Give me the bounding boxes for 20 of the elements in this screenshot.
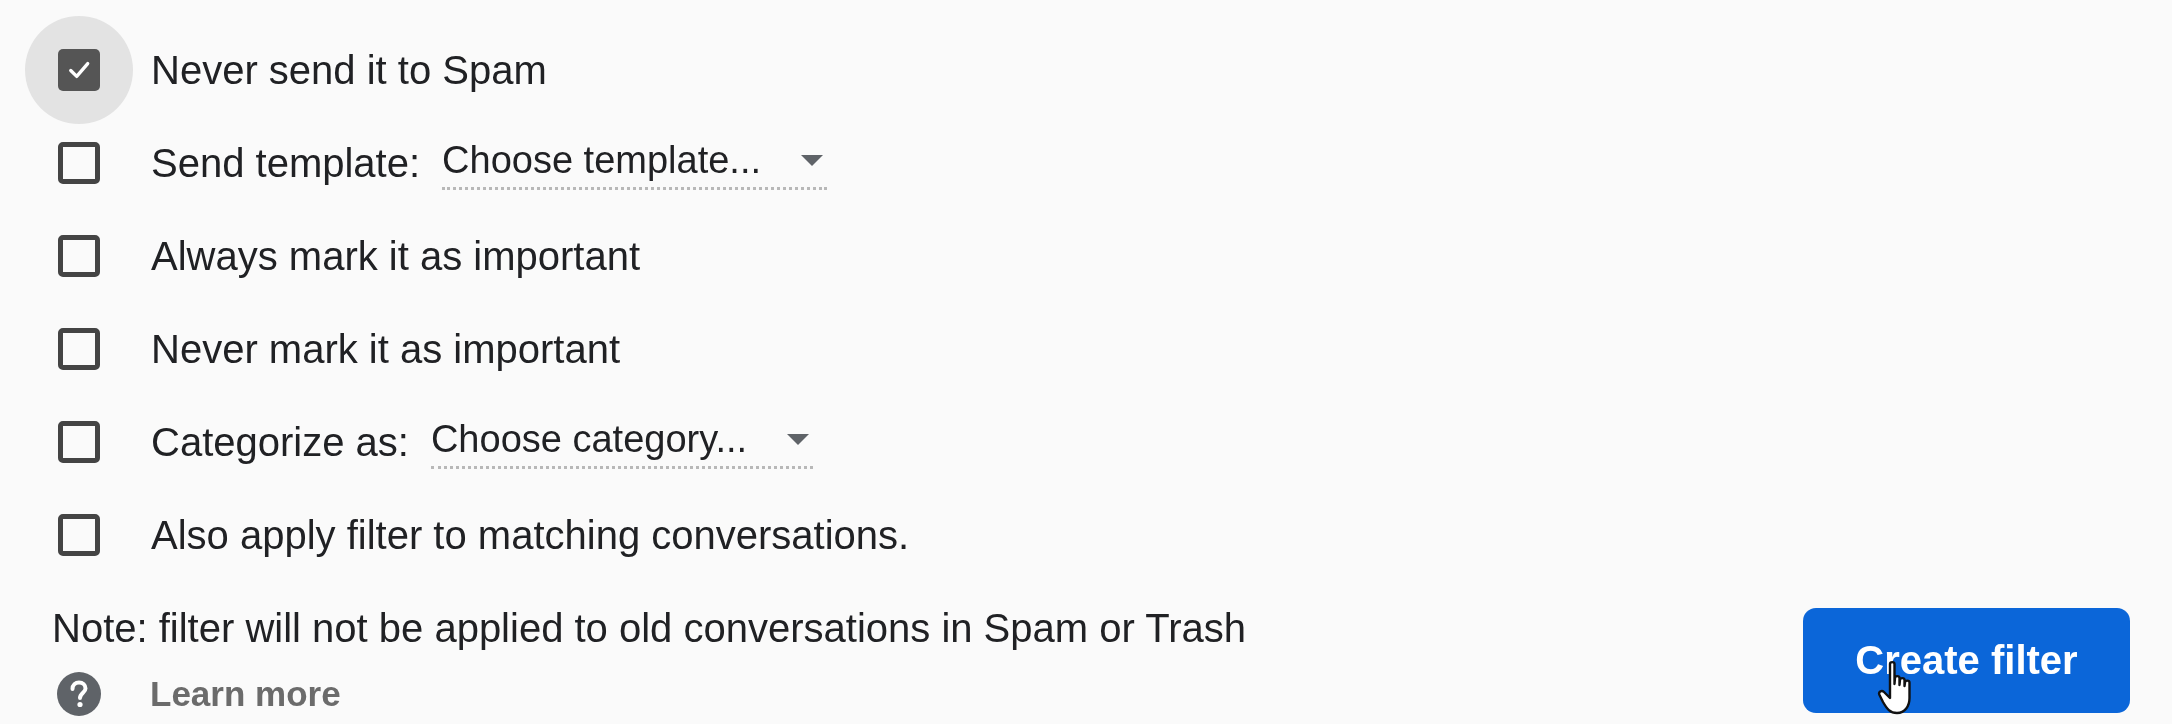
option-label: Categorize as: [151,418,409,466]
option-label: Also apply filter to matching conversations. [151,511,910,559]
option-label: Always mark it as important [151,232,641,280]
option-label: Send template: [151,139,421,187]
dropdown[interactable]: Choose category... [430,414,814,469]
checkbox[interactable] [58,234,100,277]
learn-more-link[interactable]: Learn more [150,671,341,717]
checkbox[interactable] [58,327,100,370]
option-label: Never send it to Spam [151,46,547,94]
checkbox[interactable] [58,48,100,91]
dropdown[interactable]: Choose template... [442,135,828,190]
caret-icon [787,433,810,445]
option-label: Never mark it as important [151,325,621,373]
create-filter-button[interactable]: Create filter [1803,607,2130,713]
help-icon [57,672,101,716]
caret-icon [801,154,824,166]
checkbox[interactable] [58,420,100,463]
checkbox[interactable] [58,513,100,556]
checkbox[interactable] [58,141,100,184]
note-text: Note: filter will not be applied to old conversations in Spam or Trash [52,605,1246,652]
